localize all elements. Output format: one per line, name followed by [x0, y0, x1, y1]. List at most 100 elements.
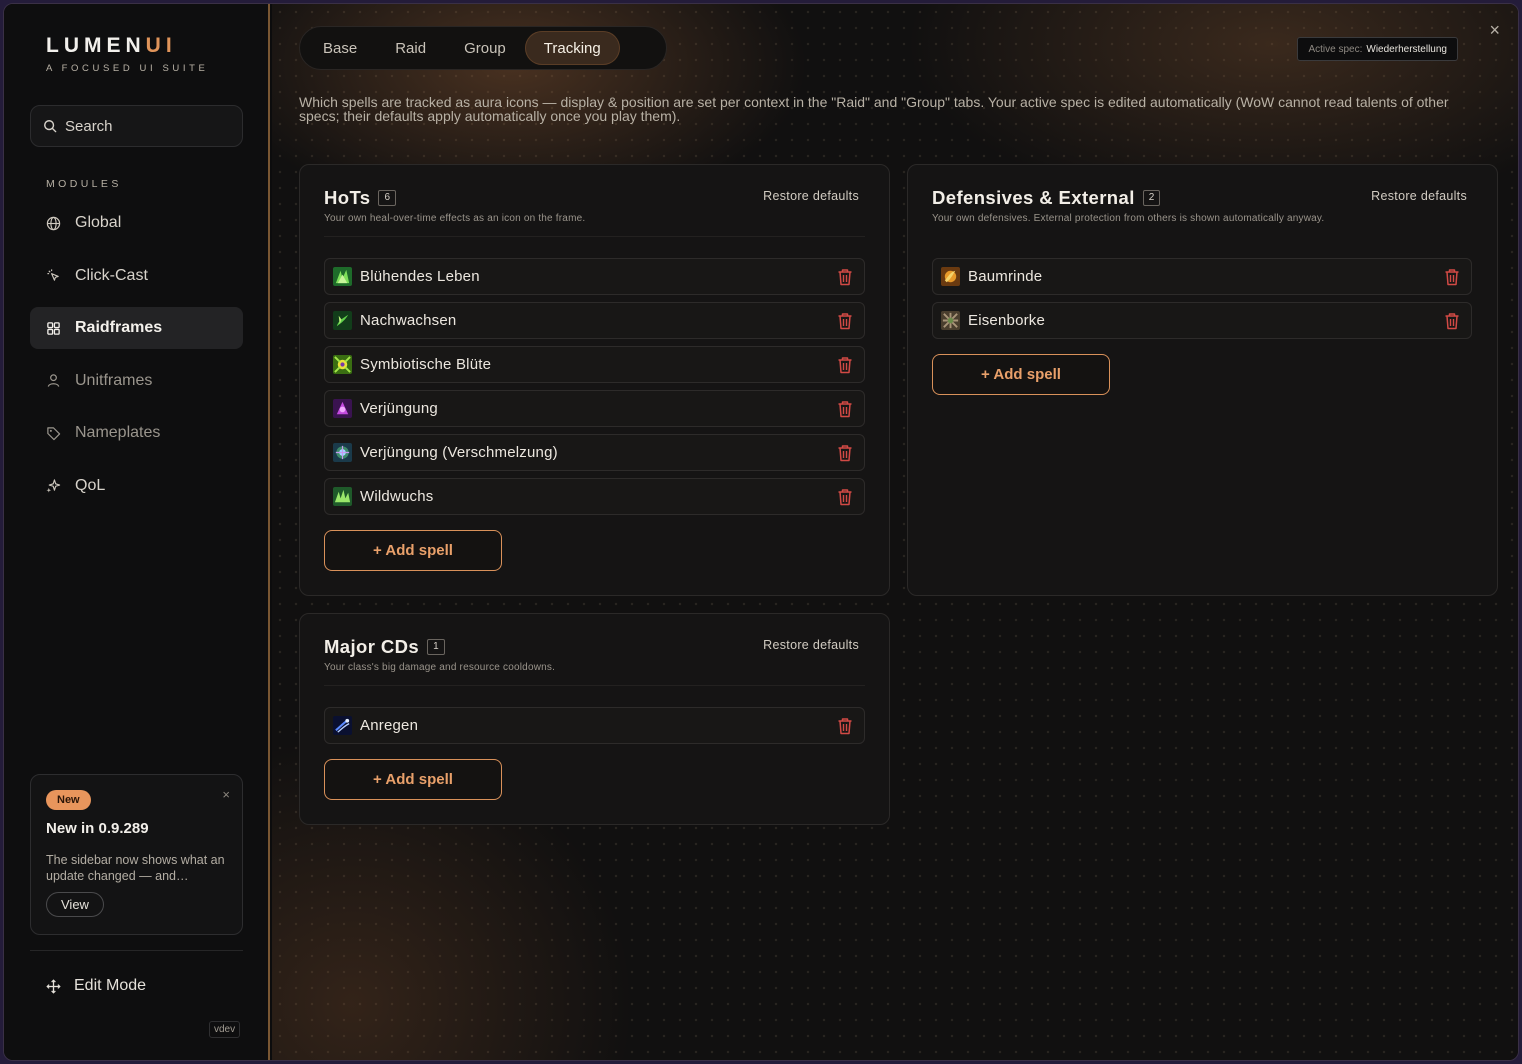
- trash-icon[interactable]: [837, 400, 853, 418]
- click-icon: [47, 269, 59, 281]
- news-title: New in 0.9.289: [46, 820, 149, 837]
- trash-icon[interactable]: [1444, 312, 1460, 330]
- count-badge: 2: [1142, 190, 1161, 206]
- spell-icon-nachwachsen: [333, 311, 352, 330]
- spell-icon-wildwuchs: [333, 487, 352, 506]
- defensives-card: Defensives & External 2 Your own defensi…: [907, 164, 1498, 596]
- active-spec-badge: Active spec: Wiederherstellung: [1297, 37, 1458, 61]
- view-button[interactable]: View: [46, 892, 104, 917]
- trash-icon[interactable]: [837, 444, 853, 462]
- sidebar-item-click-cast[interactable]: Click-Cast: [30, 255, 243, 297]
- sidebar-item-unitframes[interactable]: Unitframes: [30, 360, 243, 402]
- spell-name: Eisenborke: [968, 312, 1046, 329]
- sidebar-item-nameplates[interactable]: Nameplates: [30, 412, 243, 454]
- search-icon: [44, 120, 57, 133]
- sidebar-item-raidframes[interactable]: Raidframes: [30, 307, 243, 349]
- sidebar-item-label: Global: [75, 214, 122, 231]
- spell-name: Verjüngung (Verschmelzung): [360, 444, 558, 461]
- spell-name: Blühendes Leben: [360, 268, 480, 285]
- sidebar-item-qol[interactable]: QoL: [30, 465, 243, 507]
- spell-row: Symbiotische Blüte: [324, 346, 865, 383]
- trash-icon[interactable]: [837, 268, 853, 286]
- spell-icon-verjuengung-verschmelzung: [333, 443, 352, 462]
- spell-row: Nachwachsen: [324, 302, 865, 339]
- sidebar-item-label: Click-Cast: [75, 266, 148, 284]
- spell-name: Anregen: [360, 717, 419, 734]
- context-tabs: Base Raid Group Tracking: [299, 26, 667, 70]
- add-spell-button[interactable]: + Add spell: [932, 354, 1110, 395]
- spell-name: Symbiotische Blüte: [360, 356, 492, 373]
- trash-icon[interactable]: [837, 717, 853, 735]
- version-badge: vdev: [209, 1021, 241, 1038]
- tab-base[interactable]: Base: [304, 31, 376, 65]
- tab-group[interactable]: Group: [445, 31, 525, 65]
- spell-icon-symbiotische-bluete: [333, 355, 352, 374]
- sidebar-item-label: QoL: [75, 476, 106, 494]
- main-panel: Base Raid Group Tracking Active spec: Wi…: [272, 4, 1518, 1060]
- spell-icon-bluehendes-leben: [333, 267, 352, 286]
- spell-name: Verjüngung: [360, 400, 438, 417]
- restore-defaults-button[interactable]: Restore defaults: [763, 638, 859, 652]
- card-title: Defensives & External: [932, 187, 1135, 208]
- search-placeholder: Search: [65, 117, 113, 135]
- restore-defaults-button[interactable]: Restore defaults: [763, 189, 859, 203]
- grid-icon: [47, 321, 60, 335]
- app-window: LUMENUI A FOCUSED UI SUITE Search MODULE…: [3, 3, 1519, 1061]
- trash-icon[interactable]: [837, 488, 853, 506]
- modules-heading: MODULES: [46, 178, 122, 190]
- spell-icon-eisenborke: [941, 311, 960, 330]
- spell-row: Verjüngung: [324, 390, 865, 427]
- card-divider: [324, 236, 865, 237]
- card-title-row: Major CDs 1: [324, 636, 555, 658]
- edit-mode-label: Edit Mode: [74, 977, 147, 994]
- intro-text: Which spells are tracked as aura icons —…: [299, 94, 1449, 124]
- card-subtitle: Your own heal-over-time effects as an ic…: [324, 213, 586, 224]
- spell-row: Verjüngung (Verschmelzung): [324, 434, 865, 471]
- spell-row: Anregen: [324, 707, 865, 744]
- app-logo: LUMENUI A FOCUSED UI SUITE: [46, 34, 208, 74]
- count-badge: 6: [378, 190, 397, 206]
- sidebar: LUMENUI A FOCUSED UI SUITE Search MODULE…: [4, 4, 270, 1060]
- search-input[interactable]: Search: [30, 105, 243, 147]
- spell-row: Eisenborke: [932, 302, 1472, 339]
- edit-mode-button[interactable]: Edit Mode: [46, 977, 146, 995]
- count-badge: 1: [427, 639, 445, 655]
- hots-card: HoTs 6 Your own heal-over-time effects a…: [299, 164, 890, 596]
- new-badge: New: [46, 790, 91, 810]
- sidebar-divider: [30, 950, 243, 951]
- logo-accent: UI: [145, 34, 177, 57]
- logo-tagline: A FOCUSED UI SUITE: [46, 63, 209, 74]
- card-title-row: HoTs 6: [324, 187, 585, 209]
- spell-name: Wildwuchs: [360, 488, 434, 505]
- trash-icon[interactable]: [837, 312, 853, 330]
- card-header: Defensives & External 2 Your own defensi…: [932, 187, 1324, 224]
- spell-name: Nachwachsen: [360, 312, 457, 329]
- close-icon[interactable]: ×: [1489, 20, 1500, 41]
- user-icon: [47, 374, 60, 387]
- spell-icon-anregen: [333, 716, 352, 735]
- tab-raid[interactable]: Raid: [376, 31, 445, 65]
- add-spell-button[interactable]: + Add spell: [324, 530, 502, 571]
- trash-icon[interactable]: [837, 356, 853, 374]
- sidebar-item-global[interactable]: Global: [30, 202, 243, 244]
- add-spell-button[interactable]: + Add spell: [324, 759, 502, 800]
- move-icon: [46, 978, 61, 994]
- spell-row: Blühendes Leben: [324, 258, 865, 295]
- close-icon[interactable]: ×: [222, 787, 230, 802]
- spell-icon-baumrinde: [941, 267, 960, 286]
- card-subtitle: Your class's big damage and resource coo…: [324, 662, 556, 673]
- card-header: Major CDs 1 Your class's big damage and …: [324, 636, 555, 673]
- globe-icon: [46, 216, 61, 230]
- spell-icon-verjuengung: [333, 399, 352, 418]
- tab-tracking[interactable]: Tracking: [524, 31, 620, 65]
- logo-wordmark: LUMENUI: [46, 34, 208, 58]
- news-body: The sidebar now shows what an update cha…: [46, 853, 225, 883]
- active-spec-label: Active spec:: [1308, 43, 1363, 55]
- card-subtitle: Your own defensives. External protection…: [932, 213, 1325, 224]
- module-nav: Global Click-Cast Raidframes Unitframes …: [30, 202, 243, 517]
- sparkles-icon: [46, 479, 61, 493]
- restore-defaults-button[interactable]: Restore defaults: [1371, 189, 1467, 203]
- spell-row: Baumrinde: [932, 258, 1472, 295]
- trash-icon[interactable]: [1444, 268, 1460, 286]
- card-title: HoTs: [324, 187, 371, 208]
